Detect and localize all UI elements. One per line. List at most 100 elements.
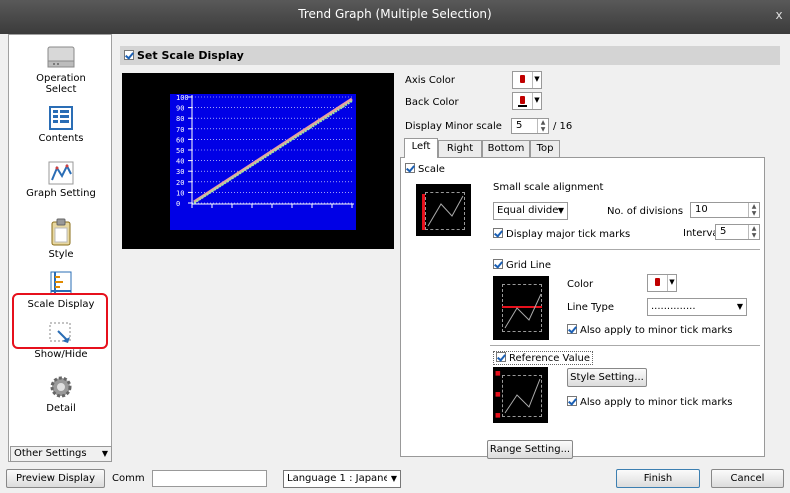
preview-display-button[interactable]: Preview Display [6,469,105,488]
chevron-down-icon: ▼ [532,93,541,109]
color-swatch-icon [655,278,660,286]
preview-tick-label: 0 [176,200,180,208]
major-tick-checkbox[interactable] [493,228,503,238]
chevron-down-icon: ▼ [667,275,676,291]
operation-select-icon [47,46,75,68]
tab-bottom[interactable]: Bottom [482,140,530,158]
graph-preview: 100 90 80 70 60 50 40 30 20 10 0 [122,73,394,249]
grid-color-label: Color [567,279,594,290]
preview-tick-label: 80 [176,115,184,123]
divider [490,345,760,346]
chevron-down-icon: ▼ [736,302,743,311]
sidebar-item-operation-select[interactable]: Operation Select [9,43,113,95]
thumb-line [504,378,541,414]
reference-value-row[interactable]: Reference Value [493,351,593,365]
minor-scale-stepper[interactable]: 5 ▲ ▼ [511,118,549,134]
color-swatch-icon [520,75,525,83]
spin-arrows-icon[interactable]: ▲ ▼ [748,203,759,217]
spin-arrows-icon[interactable]: ▲ ▼ [748,225,759,239]
apply-minor-label-2: Also apply to minor tick marks [580,397,733,408]
chevron-down-icon: ▼ [390,474,397,483]
back-color-picker[interactable]: ▼ [512,92,542,110]
sidebar-item-label: Contents [38,133,84,144]
set-scale-display-header[interactable]: Set Scale Display [120,46,780,65]
spin-arrows-icon[interactable]: ▲ ▼ [537,119,548,133]
preview-tick-label: 100 [176,94,189,102]
tab-top[interactable]: Top [530,140,560,158]
sidebar-item-style[interactable]: Style [9,217,113,260]
close-icon[interactable]: x [772,8,786,22]
preview-tick-label: 90 [176,105,184,113]
range-setting-button[interactable]: Range Setting... [487,440,573,459]
grid-line-preview-thumb [493,276,549,340]
line-type-select[interactable]: .............. ▼ [647,298,747,316]
sidebar-item-label: Detail [46,403,76,414]
grid-line-row[interactable]: Grid Line [493,259,551,271]
chevron-down-icon: ▼ [532,72,541,88]
no-of-divisions-stepper[interactable]: 10 ▲ ▼ [690,202,760,218]
apply-minor-checkbox-1[interactable] [567,324,577,334]
thumb-line [427,195,464,227]
sidebar: Operation Select Contents Graph Setting [8,34,112,462]
window-title: Trend Graph (Multiple Selection) [298,7,492,21]
footer-bar: Preview Display Comm Language 1 : Japane… [0,466,790,491]
style-setting-button[interactable]: Style Setting... [567,368,647,387]
minor-scale-max: / 16 [553,121,573,132]
axis-color-label: Axis Color [405,75,456,86]
alignment-select[interactable]: Equal divide ▼ [493,202,568,220]
sidebar-item-contents[interactable]: Contents [9,105,113,144]
apply-minor-checkbox-2[interactable] [567,396,577,406]
left-axis-panel: Scale Small scale alignment Equal divide… [400,157,765,459]
style-icon [51,218,71,246]
axis-color-picker[interactable]: ▼ [512,71,542,89]
divider [490,249,760,250]
finish-button[interactable]: Finish [616,469,700,488]
major-tick-row[interactable]: Display major tick marks [493,228,630,240]
preview-tick-label: 60 [176,136,184,144]
comm-label: Comm [112,473,145,484]
apply-minor-label-1: Also apply to minor tick marks [580,325,733,336]
tab-right[interactable]: Right [438,140,482,158]
major-tick-label: Display major tick marks [506,229,631,240]
tab-left[interactable]: Left [404,138,438,158]
language-select[interactable]: Language 1 : Japanese Go ▼ [283,470,401,488]
no-of-divisions-label: No. of divisions [607,206,684,217]
grid-color-picker[interactable]: ▼ [647,274,677,292]
sidebar-item-detail[interactable]: Detail [9,373,113,414]
alignment-value: Equal divide [497,205,559,216]
interval-value: 5 [720,226,727,237]
grid-line-checkbox[interactable] [493,259,503,269]
no-of-divisions-value: 10 [695,204,708,215]
scale-checkbox[interactable] [405,163,415,173]
apply-minor-row-1[interactable]: Also apply to minor tick marks [567,324,732,336]
chevron-down-icon: ▼ [101,449,108,458]
preview-tick-label: 20 [176,179,184,187]
reference-value-checkbox[interactable] [496,352,506,362]
display-minor-scale-label: Display Minor scale [405,121,502,132]
preview-tick-label: 70 [176,126,184,134]
preview-tick-label: 30 [176,168,184,176]
cancel-button[interactable]: Cancel [711,469,784,488]
reference-value-label: Reference Value [509,353,590,364]
sidebar-item-label: Show/Hide [34,349,88,360]
back-color-label: Back Color [405,97,459,108]
preview-graph: 1009080706050403020100 [170,94,356,230]
language-value: Language 1 : Japanese Go [287,473,387,484]
chevron-down-icon: ▼ [557,206,564,215]
scale-checkbox-row[interactable]: Scale [405,163,445,175]
interval-stepper[interactable]: 5 ▲ ▼ [715,224,760,240]
grid-line-label: Grid Line [506,260,552,271]
graph-setting-icon [48,161,74,185]
color-underline-icon [518,105,527,107]
sidebar-item-label: Style [48,249,74,260]
title-bar: Trend Graph (Multiple Selection) x [0,0,790,34]
set-scale-display-checkbox[interactable] [124,50,134,60]
line-type-label: Line Type [567,302,614,313]
apply-minor-row-2[interactable]: Also apply to minor tick marks [567,396,732,408]
color-swatch-icon [520,96,525,104]
other-settings-dropdown[interactable]: Other Settings ▼ [10,446,112,462]
comm-input[interactable] [152,470,267,487]
scale-label: Scale [418,164,445,175]
sidebar-item-graph-setting[interactable]: Graph Setting [9,160,113,199]
scale-preview-thumb [416,184,471,236]
